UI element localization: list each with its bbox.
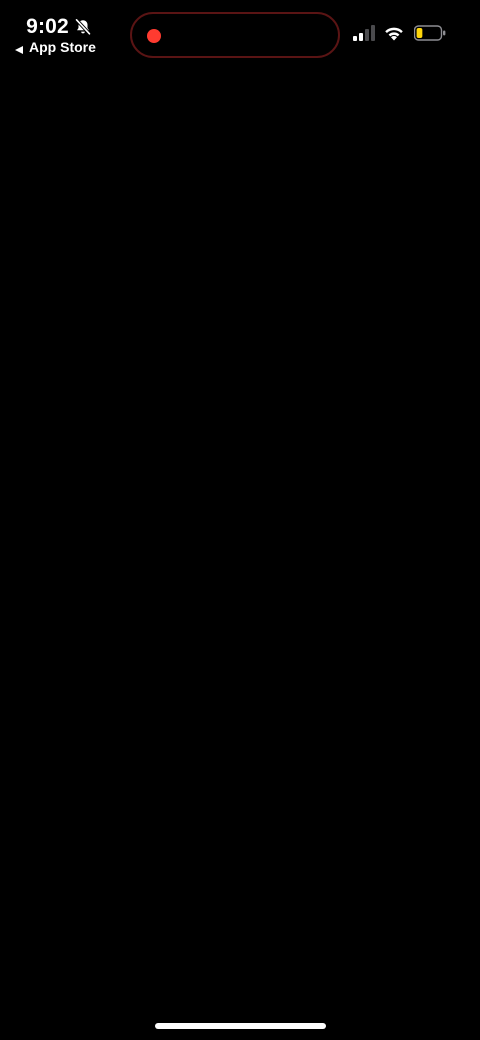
back-triangle-icon (14, 42, 24, 54)
time-row: 9:02 (14, 14, 104, 40)
recording-indicator-icon (147, 29, 161, 43)
wifi-icon (383, 25, 405, 46)
dynamic-island[interactable] (130, 12, 340, 58)
status-bar-left: 9:02 App Store (14, 14, 124, 56)
signal-bar (371, 24, 375, 41)
signal-bar (353, 35, 357, 41)
screen: 9:02 App Store (0, 0, 480, 1040)
home-indicator[interactable] (155, 1023, 326, 1029)
bell-slash-icon (74, 18, 92, 36)
signal-bar (365, 28, 369, 41)
signal-bar (359, 32, 363, 41)
status-time: 9:02 (26, 15, 69, 38)
battery-level-fill (416, 27, 423, 38)
back-label: App Store (29, 39, 96, 55)
battery-icon (413, 24, 446, 46)
back-to-app-store-button[interactable]: App Store (14, 38, 124, 56)
status-bar-right (353, 24, 446, 46)
cellular-signal-icon (353, 24, 375, 46)
